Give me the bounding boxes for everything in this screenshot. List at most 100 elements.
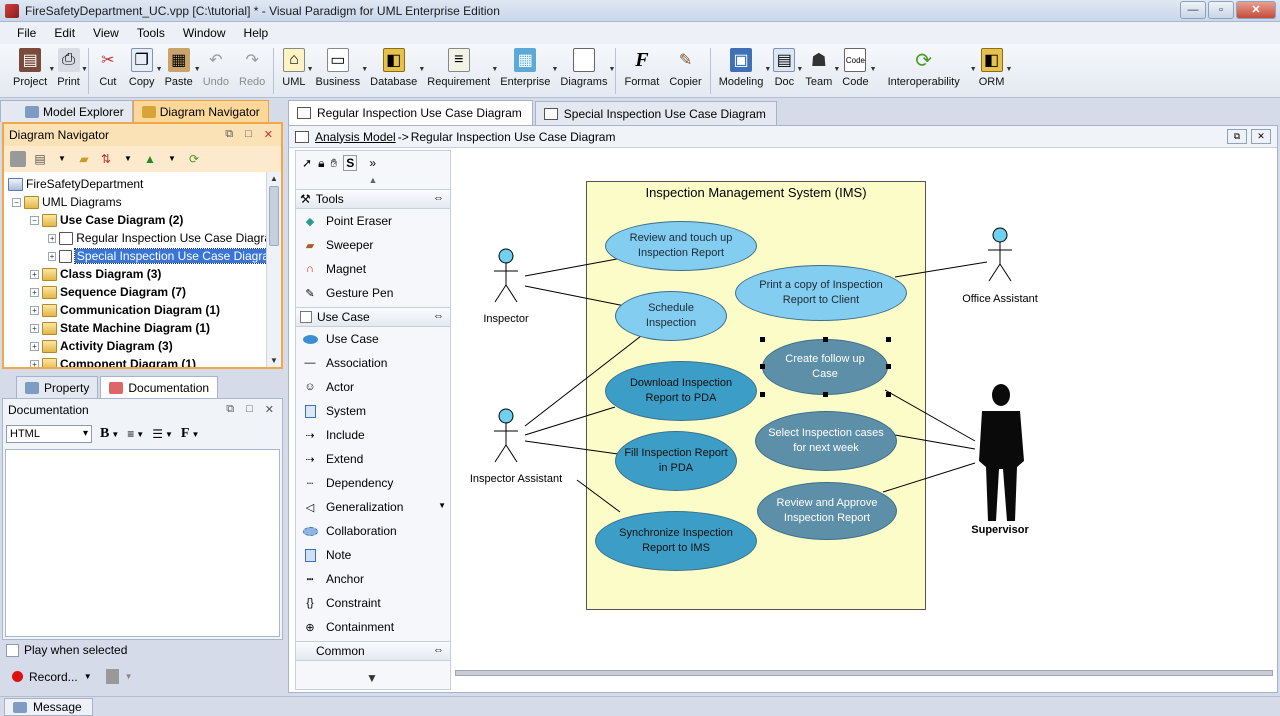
restore-icon[interactable]: ⧉ (226, 403, 234, 416)
database-button[interactable]: ◧ Database ▼ (365, 44, 425, 96)
record-button[interactable]: Record... (29, 670, 78, 684)
font-button[interactable]: F (181, 426, 190, 442)
cut-button[interactable]: ✂ Cut (92, 44, 124, 96)
tree-item-sequence-group[interactable]: + Sequence Diagram (7) (4, 283, 281, 301)
selection-handle[interactable] (886, 364, 891, 369)
navigator-scrollbar[interactable]: ▲ ▼ (266, 172, 281, 367)
palette-containment[interactable]: ⊕ Containment (296, 615, 450, 639)
tree-view-icon[interactable]: ▤ (32, 151, 48, 167)
use-case-schedule-inspection[interactable]: Schedule Inspection (615, 291, 727, 341)
scroll-down-icon[interactable]: ▼ (270, 356, 278, 365)
selector-icon[interactable]: ➚ (302, 156, 312, 170)
actor-label-inspector-assistant[interactable]: Inspector Assistant (456, 473, 576, 485)
dropdown-icon[interactable]: ▼ (165, 430, 173, 439)
code-button[interactable]: Code Code ▼ (837, 44, 877, 96)
menu-help[interactable]: Help (235, 26, 278, 40)
document-icon[interactable] (105, 669, 119, 684)
dropdown-icon[interactable]: ▼ (54, 151, 70, 167)
redo-button[interactable]: ↷ Redo (234, 44, 270, 96)
palette-dependency[interactable]: ┄ Dependency (296, 471, 450, 495)
restore-icon[interactable]: ⧉ (1227, 129, 1247, 144)
modeling-button[interactable]: ▣ Modeling ▼ (714, 44, 771, 96)
use-case-review-approve[interactable]: Review and Approve Inspection Report (757, 482, 897, 540)
canvas-horizontal-scrollbar[interactable] (455, 670, 1273, 676)
collapse-icon[interactable]: − (12, 197, 21, 207)
requirement-button[interactable]: ≡ Requirement ▼ (422, 44, 498, 96)
palette-actor[interactable]: ☺ Actor (296, 375, 450, 399)
format-button[interactable]: F Format (619, 44, 664, 96)
menu-view[interactable]: View (84, 26, 128, 40)
palette-group-tools[interactable]: ⚒ Tools ⇔ (296, 189, 450, 209)
format-select[interactable]: HTML (6, 425, 92, 443)
selection-handle[interactable] (760, 364, 765, 369)
maximize-button[interactable]: ▫ (1208, 1, 1234, 19)
dropdown-icon[interactable]: ▼ (84, 672, 92, 681)
collapse-icon[interactable]: − (30, 215, 39, 225)
expand-icon[interactable]: + (30, 287, 39, 297)
pin-icon[interactable]: ⇔ (433, 192, 444, 204)
interoperability-button[interactable]: ⟳ Interoperability ▼ (874, 44, 977, 96)
expand-icon[interactable]: + (30, 305, 39, 315)
dropdown-icon[interactable]: ▼ (111, 430, 119, 439)
use-case-download[interactable]: Download Inspection Report to PDA (605, 361, 757, 421)
more-icon[interactable]: » (369, 156, 376, 170)
close-icon[interactable]: ✕ (1251, 129, 1271, 144)
menu-edit[interactable]: Edit (45, 26, 84, 40)
tree-item-special-diagram[interactable]: + Special Inspection Use Case Diagram (4, 247, 281, 265)
business-button[interactable]: ▭ Business ▼ (311, 44, 368, 96)
tree-item-communication-group[interactable]: + Communication Diagram (1) (4, 301, 281, 319)
new-icon[interactable] (10, 151, 26, 167)
use-case-print-copy[interactable]: Print a copy of Inspection Report to Cli… (735, 265, 907, 321)
chevron-down-icon[interactable]: ▼ (1005, 66, 1012, 73)
expand-icon[interactable]: + (48, 251, 56, 261)
undo-button[interactable]: ↶ Undo (198, 44, 234, 96)
tree-item-class-group[interactable]: + Class Diagram (3) (4, 265, 281, 283)
project-button[interactable]: ▤ Project ▼ (8, 44, 55, 96)
tree-item-uml-diagrams[interactable]: − UML Diagrams (4, 193, 281, 211)
close-icon[interactable]: ✕ (264, 128, 273, 141)
copier-button[interactable]: ✎ Copier (664, 44, 706, 96)
palette-gesture-pen[interactable]: ✎ Gesture Pen (296, 281, 450, 305)
actor-label-supervisor[interactable]: Supervisor (960, 524, 1040, 536)
sort-icon[interactable]: ⇅ (98, 151, 114, 167)
doc-button[interactable]: ▤ Doc ▼ (768, 44, 803, 96)
orm-button[interactable]: ◧ ORM ▼ (974, 44, 1012, 96)
palette-sweeper[interactable]: ▰ Sweeper (296, 233, 450, 257)
dropdown-icon[interactable]: ▼ (136, 430, 144, 439)
s-tool-button[interactable]: S (343, 155, 358, 171)
diagrams-button[interactable]: Diagrams ▼ (555, 44, 615, 96)
maximize-icon[interactable]: □ (245, 128, 252, 141)
palette-include[interactable]: ⇢ Include (296, 423, 450, 447)
close-icon[interactable]: ✕ (265, 403, 274, 416)
palette-note[interactable]: Note (296, 543, 450, 567)
dropdown-icon[interactable]: ▼ (164, 151, 180, 167)
palette-extend[interactable]: ⇢ Extend (296, 447, 450, 471)
breadcrumb-model-link[interactable]: Analysis Model (315, 130, 396, 144)
tab-regular-inspection[interactable]: Regular Inspection Use Case Diagram (288, 100, 533, 125)
tab-documentation[interactable]: Documentation (100, 376, 219, 398)
scroll-up-icon[interactable]: ▲ (296, 175, 450, 187)
palette-generalization[interactable]: ◁ Generalization ▼ (296, 495, 450, 519)
palette-association[interactable]: — Association (296, 351, 450, 375)
folder-icon[interactable]: ▰ (76, 151, 92, 167)
selection-handle[interactable] (886, 392, 891, 397)
tab-special-inspection[interactable]: Special Inspection Use Case Diagram (534, 101, 777, 125)
print-button[interactable]: ⎙ Print ▼ (52, 44, 88, 96)
scroll-down-icon[interactable]: ▼ (366, 671, 378, 685)
palette-use-case[interactable]: Use Case (296, 327, 450, 351)
tab-model-explorer[interactable]: Model Explorer (0, 100, 133, 122)
actor-label-inspector[interactable]: Inspector (476, 313, 536, 325)
team-button[interactable]: ☗ Team ▼ (800, 44, 840, 96)
restore-icon[interactable]: ⧉ (225, 128, 233, 141)
tree-item-component-group[interactable]: + Component Diagram (1) (4, 355, 281, 367)
chevron-down-icon[interactable]: ▼ (81, 66, 88, 73)
expand-icon[interactable]: + (48, 233, 57, 243)
menu-window[interactable]: Window (174, 26, 235, 40)
use-case-review-touch-up[interactable]: Review and touch up Inspection Report (605, 221, 757, 271)
chevron-down-icon[interactable]: ▼ (609, 66, 616, 73)
palette-group-use-case[interactable]: Use Case ⇔ (296, 307, 450, 327)
copy-button[interactable]: ❐ Copy ▼ (124, 44, 163, 96)
bold-button[interactable]: B (100, 426, 109, 442)
chevron-down-icon[interactable]: ▼ (438, 501, 446, 510)
pin-icon[interactable]: ⇔ (433, 310, 444, 322)
